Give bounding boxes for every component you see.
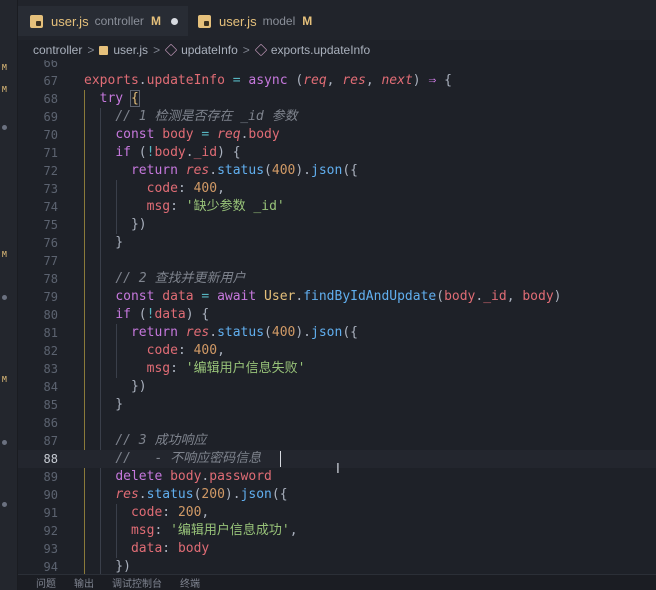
modified-marker-icon: M: [2, 250, 7, 259]
code-line: 79 const data = await User.findByIdAndUp…: [43, 289, 562, 304]
activity-dot-icon[interactable]: [2, 440, 7, 445]
javascript-file-icon: [30, 14, 43, 28]
breadcrumb: controller > user.js > updateInfo > expo…: [18, 40, 656, 60]
code-string: '编辑用户信息成功': [170, 523, 290, 538]
code-line: 94 }): [43, 559, 131, 574]
activity-dot-icon[interactable]: [2, 295, 7, 300]
unsaved-dot-icon[interactable]: [170, 17, 178, 25]
breadcrumb-file[interactable]: user.js: [113, 43, 148, 57]
activity-bar: M M M M: [0, 0, 18, 590]
chevron-right-icon: >: [153, 43, 161, 57]
code-line: 80 if (!data) {: [43, 307, 210, 322]
code-line: 68 try {: [43, 90, 140, 107]
breadcrumb-symbol[interactable]: updateInfo: [181, 43, 238, 57]
breadcrumb-symbol[interactable]: exports.updateInfo: [271, 43, 370, 57]
code-line: 86: [43, 416, 58, 430]
code-comment: // - 不响应密码信息: [115, 451, 262, 466]
code-line: 67 exports.updateInfo = async (req, res, …: [43, 73, 452, 88]
code-comment: // 2 查找并更新用户: [115, 271, 246, 286]
code-string: '缺少参数 _id': [185, 199, 285, 214]
tab-git-status: M: [302, 14, 313, 28]
panel-tab-problems[interactable]: 问题: [36, 575, 56, 590]
bottom-panel-tabs: 问题 输出 调试控制台 终端: [18, 574, 656, 590]
code-line: 75 }): [43, 217, 147, 232]
code-line: 71 if (!body._id) {: [43, 145, 241, 160]
tab-directory: controller: [94, 14, 144, 28]
code-line: 91 code: 200,: [43, 505, 210, 520]
code-line: 69 // 1 检测是否存在 _id 参数: [43, 109, 298, 124]
mouse-ibeam-cursor-icon: I: [336, 462, 340, 477]
code-line: 85 }: [43, 397, 124, 412]
javascript-file-icon: [198, 14, 211, 28]
code-line: 76 }: [43, 235, 124, 250]
code-line: 73 code: 400,: [43, 181, 225, 196]
code-line: 77: [43, 254, 58, 268]
tab-user-js-controller[interactable]: user.js controller M: [18, 6, 188, 36]
code-line: 87 // 3 成功响应: [43, 433, 207, 448]
tab-directory: model: [262, 14, 296, 28]
activity-dot-icon[interactable]: [2, 125, 7, 130]
code-line: 90 res.status(200).json({: [43, 487, 288, 502]
modified-marker-icon: M: [2, 85, 7, 94]
code-line: 92 msg: '编辑用户信息成功',: [43, 523, 298, 538]
breadcrumb-folder[interactable]: controller: [33, 43, 82, 57]
code-line: 70 const body = req.body: [43, 127, 280, 142]
code-comment: // 1 检测是否存在 _id 参数: [115, 109, 298, 124]
method-cube-icon: [254, 43, 268, 57]
code-line: 82 code: 400,: [43, 343, 225, 358]
code-comment: // 3 成功响应: [115, 433, 207, 448]
panel-tab-terminal[interactable]: 终端: [180, 575, 200, 590]
code-line: 72 return res.status(400).json({: [43, 163, 358, 178]
panel-tab-debug-console[interactable]: 调试控制台: [112, 575, 162, 590]
code-line: 74 msg: '缺少参数 _id': [43, 199, 285, 214]
code-line: 81 return res.status(400).json({: [43, 325, 358, 340]
tab-git-status: M: [150, 14, 161, 28]
code-string: '编辑用户信息失败': [185, 361, 306, 376]
code-line: 78 // 2 查找并更新用户: [43, 271, 246, 286]
activity-dot-icon[interactable]: [2, 502, 7, 507]
code-editor[interactable]: 66 67 exports.updateInfo = async (req, re…: [18, 60, 656, 575]
code-line: 83 msg: '编辑用户信息失败': [43, 361, 306, 376]
text-caret: [280, 451, 281, 467]
modified-marker-icon: M: [2, 375, 7, 384]
code-line: 66: [43, 60, 58, 70]
chevron-right-icon: >: [242, 43, 250, 57]
tab-filename: user.js: [219, 13, 257, 29]
chevron-right-icon: >: [87, 43, 95, 57]
panel-tab-output[interactable]: 输出: [74, 575, 94, 590]
code-line: 84 }): [43, 379, 147, 394]
javascript-file-icon: [99, 45, 109, 55]
tab-user-js-model[interactable]: user.js model M: [186, 6, 338, 36]
modified-marker-icon: M: [2, 63, 7, 72]
tab-bar: user.js controller M user.js model M: [18, 0, 656, 41]
method-cube-icon: [164, 43, 178, 57]
tab-filename: user.js: [51, 13, 89, 29]
code-line: 93 data: body: [43, 541, 210, 556]
